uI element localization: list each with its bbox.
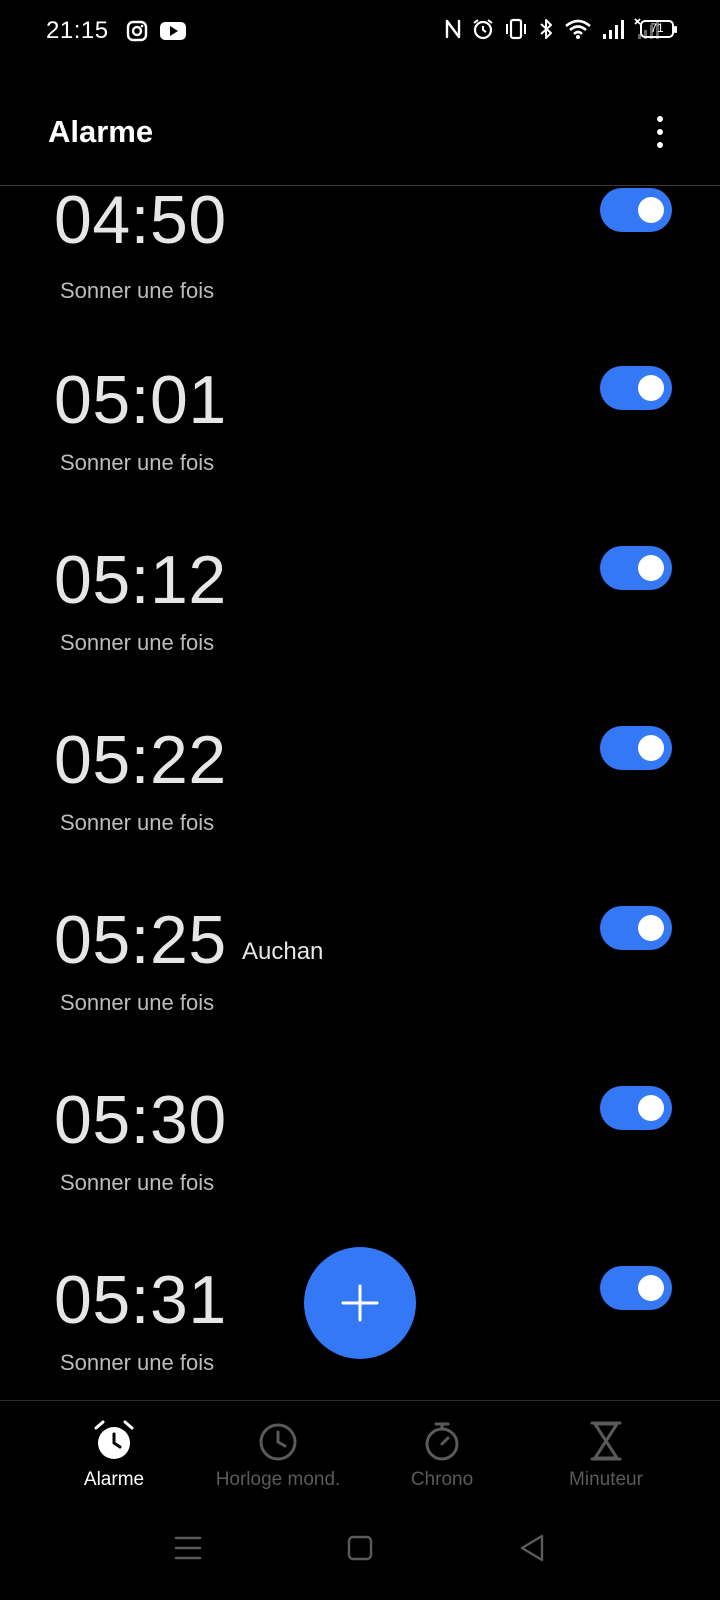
alarm-time: 05:12: [54, 542, 227, 618]
status-bar: 21:15 71: [0, 0, 720, 64]
alarm-toggle[interactable]: [600, 1086, 672, 1130]
alarm-repeat: Sonner une fois: [60, 1170, 215, 1195]
alarm-toggle[interactable]: [600, 906, 672, 950]
tab-stopwatch[interactable]: Chrono: [352, 1419, 532, 1501]
battery-icon: 71: [640, 20, 677, 38]
alarm-item[interactable]: 04:50 Sonner une fois: [0, 186, 720, 360]
tab-label: Horloge mond.: [215, 1469, 341, 1490]
system-nav-bar: [0, 1504, 720, 1600]
app-bar: Alarme: [0, 64, 720, 186]
tab-alarm[interactable]: Alarme: [24, 1419, 204, 1501]
back-icon[interactable]: [512, 1528, 552, 1568]
plus-icon: [341, 1284, 379, 1322]
vibrate-icon: [506, 18, 526, 40]
toggle-knob: [638, 915, 664, 941]
clock-icon: [259, 1423, 297, 1461]
nfc-icon: [445, 19, 461, 39]
home-icon[interactable]: [340, 1528, 380, 1568]
alarm-time: 05:31: [54, 1262, 227, 1338]
tab-label: Alarme: [83, 1469, 145, 1490]
more-options-button[interactable]: [648, 114, 672, 150]
alarm-toggle[interactable]: [600, 726, 672, 770]
alarm-time: 04:50: [54, 186, 227, 258]
signal-icon: [603, 20, 624, 39]
toggle-knob: [638, 1095, 664, 1121]
alarm-toggle[interactable]: [600, 1266, 672, 1310]
alarm-time: 05:22: [54, 722, 227, 798]
more-dot-icon: [657, 116, 663, 122]
hourglass-icon: [590, 1421, 622, 1461]
alarm-toggle[interactable]: [600, 188, 672, 232]
more-dot-icon: [657, 142, 663, 148]
alarm-toggle[interactable]: [600, 366, 672, 410]
alarm-clock-icon: [94, 1420, 134, 1459]
status-time: 21:15: [46, 17, 109, 44]
alarm-repeat: Sonner une fois: [60, 1350, 215, 1375]
tab-timer[interactable]: Minuteur: [516, 1419, 696, 1501]
alarm-label: Auchan: [242, 938, 324, 965]
instagram-icon: [126, 20, 148, 42]
alarm-repeat: Sonner une fois: [60, 278, 215, 303]
alarm-item[interactable]: 05:01 Sonner une fois: [0, 360, 720, 540]
alarm-repeat: Sonner une fois: [60, 990, 215, 1015]
more-dot-icon: [657, 129, 663, 135]
alarm-item[interactable]: 05:25 Auchan Sonner une fois: [0, 900, 720, 1080]
toggle-knob: [638, 197, 664, 223]
alarm-toggle[interactable]: [600, 546, 672, 590]
battery-level: 71: [650, 21, 664, 35]
toggle-knob: [638, 375, 664, 401]
bluetooth-icon: [540, 19, 552, 39]
tab-world-clock[interactable]: Horloge mond.: [188, 1419, 368, 1501]
tab-label: Minuteur: [569, 1469, 643, 1490]
alarm-repeat: Sonner une fois: [60, 630, 215, 655]
youtube-icon: [160, 22, 186, 40]
bottom-nav: Alarme Horloge mond. Chrono Minuteur: [0, 1400, 720, 1504]
menu-icon[interactable]: [168, 1528, 208, 1568]
wifi-icon: [565, 19, 591, 39]
add-alarm-button[interactable]: [304, 1247, 416, 1359]
tab-label: Chrono: [410, 1469, 474, 1490]
page-title: Alarme: [48, 114, 154, 149]
status-right-icons: [444, 18, 662, 40]
alarm-time: 05:25: [54, 902, 227, 978]
alarm-time: 05:30: [54, 1082, 227, 1158]
stopwatch-icon: [425, 1422, 459, 1461]
alarm-time: 05:01: [54, 362, 227, 438]
alarm-list[interactable]: 04:50 Sonner une fois 05:01 Sonner une f…: [0, 186, 720, 1400]
alarm-clock-icon: [473, 19, 493, 40]
toggle-knob: [638, 555, 664, 581]
toggle-knob: [638, 1275, 664, 1301]
alarm-item[interactable]: 05:30 Sonner une fois: [0, 1080, 720, 1260]
alarm-repeat: Sonner une fois: [60, 450, 215, 475]
alarm-item[interactable]: 05:12 Sonner une fois: [0, 540, 720, 720]
toggle-knob: [638, 735, 664, 761]
alarm-item[interactable]: 05:22 Sonner une fois: [0, 720, 720, 900]
status-left-icons: [126, 20, 186, 42]
alarm-repeat: Sonner une fois: [60, 810, 215, 835]
